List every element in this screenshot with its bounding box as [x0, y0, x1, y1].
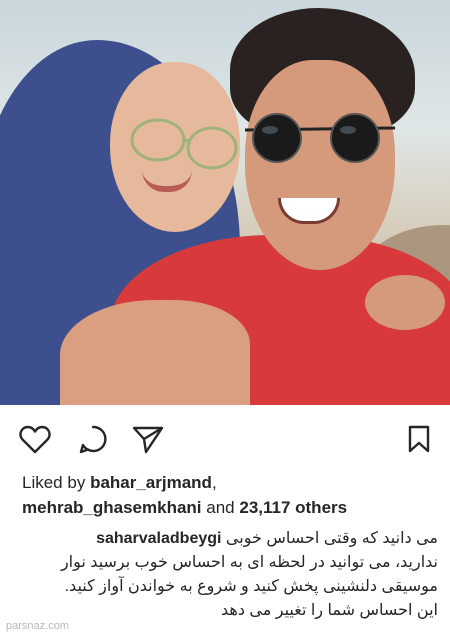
- liker-username-link[interactable]: bahar_arjmand: [90, 473, 212, 492]
- paper-plane-icon[interactable]: [131, 422, 165, 456]
- site-watermark: parsnaz.com: [6, 620, 69, 632]
- heart-icon[interactable]: [18, 422, 52, 456]
- caption-line: این احساس شما را تغییر می دهد: [221, 602, 438, 619]
- post-action-bar: [0, 416, 450, 460]
- post-photo[interactable]: [0, 0, 450, 405]
- hand: [365, 275, 445, 330]
- caption-username-link[interactable]: saharvaladbeygi: [96, 530, 221, 547]
- caption-line: موسیقی دلنشینی پخش کنید و شروع به خواندن…: [64, 578, 438, 595]
- likes-count-link[interactable]: 23,117 others: [239, 498, 347, 517]
- caption-line: ندارید، می توانید در لحظه ای به احساس خو…: [60, 554, 438, 571]
- caption-text: می دانید که وقتی احساس خوبی: [225, 530, 438, 547]
- caption-line: می دانید که وقتی احساس خوبی saharvaladbe…: [16, 527, 438, 551]
- post-caption: می دانید که وقتی احساس خوبی saharvaladbe…: [16, 527, 438, 623]
- glasses-icon: [130, 118, 238, 170]
- comment-icon[interactable]: [76, 422, 110, 456]
- arm: [60, 300, 250, 405]
- liker-username-link[interactable]: mehrab_ghasemkhani: [22, 498, 202, 517]
- sunglasses-icon: [245, 113, 395, 163]
- likes-summary: Liked by bahar_arjmand, mehrab_ghasemkha…: [22, 473, 348, 517]
- likes-connector: and: [206, 498, 235, 517]
- liked-by-label: Liked by: [22, 473, 86, 492]
- bookmark-icon[interactable]: [402, 422, 436, 456]
